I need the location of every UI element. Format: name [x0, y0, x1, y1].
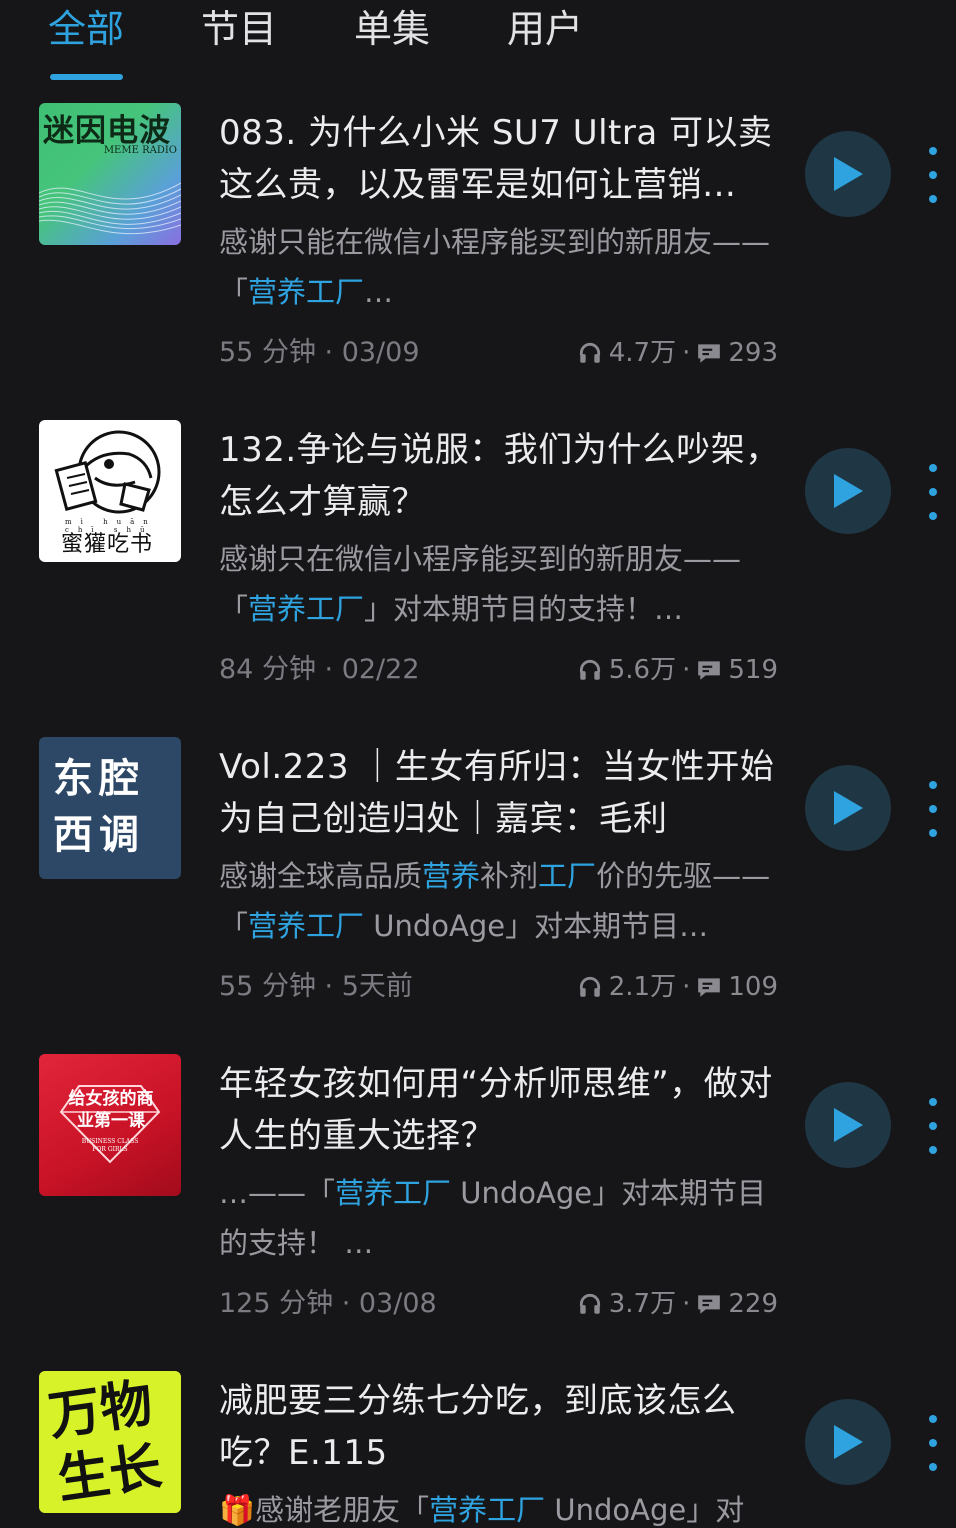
comment-icon [698, 344, 721, 363]
episode-description: 感谢只能在微信小程序能买到的新朋友——「营养工厂… [219, 225, 771, 309]
play-button[interactable] [805, 765, 891, 851]
episode-stats: 4.7万 · 293 [577, 335, 778, 371]
podcast-cover: mì huān chī shū 蜜獾吃书 [39, 420, 181, 562]
episode-item[interactable]: 给女孩的商业第一课 BUSINESS CLASS FOR GIRLS 年轻女孩如… [0, 1054, 956, 1371]
cover-subtitle: BUSINESS CLASS FOR GIRLS [81, 1138, 139, 1153]
headphones-icon [579, 976, 600, 997]
play-button[interactable] [805, 131, 891, 217]
episode-duration-date: 84 分钟 · 02/22 [219, 654, 420, 685]
podcast-cover: 东腔西调 [39, 737, 181, 879]
play-button[interactable] [805, 1082, 891, 1168]
comment-count: 229 [728, 1289, 778, 1319]
podcast-cover: 给女孩的商业第一课 BUSINESS CLASS FOR GIRLS [39, 1054, 181, 1196]
comment-count: 293 [728, 338, 778, 368]
more-options-button[interactable] [919, 1415, 947, 1471]
more-options-button[interactable] [919, 147, 947, 203]
comment-icon [698, 1295, 721, 1314]
episode-description: 🎁感谢老朋友「营养工厂 UndoAge」对 [219, 1493, 745, 1527]
play-icon [834, 1425, 863, 1459]
more-options-button[interactable] [919, 781, 947, 837]
episode-item[interactable]: 万物生长 减肥要三分练七分吃，到底该怎么吃？E.115 🎁感谢老朋友「营养工厂 … [0, 1371, 956, 1528]
play-count: 4.7万 [608, 338, 677, 368]
episode-duration-date: 55 分钟 · 5天前 [219, 971, 413, 1002]
comment-icon [698, 661, 721, 680]
podcast-cover: 迷因电波 MEME RADIO [39, 103, 181, 245]
episode-title[interactable]: 年轻女孩如何用“分析师思维”，做对人生的重大选择？ [219, 1058, 784, 1162]
episode-title[interactable]: 减肥要三分练七分吃，到底该怎么吃？E.115 [219, 1375, 784, 1479]
more-options-button[interactable] [919, 1098, 947, 1154]
tab-all[interactable]: 全部 [48, 6, 124, 52]
episode-stats: 3.7万 · 229 [577, 1286, 778, 1322]
play-icon [834, 474, 863, 508]
episode-duration-date: 125 分钟 · 03/08 [219, 1288, 437, 1319]
episode-title[interactable]: Vol.223 ｜生女有所归：当女性开始为自己创造归处｜嘉宾：毛利 [219, 741, 784, 845]
comment-icon [698, 978, 721, 997]
cover-title: 万物生长 [44, 1372, 166, 1511]
episode-description: …——「营养工厂 UndoAge」对本期节目的支持！ … [219, 1176, 767, 1260]
tab-bar: 全部 节目 单集 用户 [0, 0, 956, 90]
headphones-icon [579, 1293, 600, 1314]
play-icon [834, 791, 863, 825]
play-icon [834, 1108, 863, 1142]
episode-item[interactable]: 迷因电波 MEME RADIO 083. 为什么小米 SU7 Ultra 可以卖… [0, 103, 956, 420]
episode-title[interactable]: 132.争论与说服：我们为什么吵架，怎么才算赢？ [219, 424, 784, 528]
episode-stats: 5.6万 · 519 [577, 652, 778, 688]
play-icon [834, 157, 863, 191]
cover-title: 迷因电波 [43, 113, 171, 149]
tab-users[interactable]: 用户 [507, 6, 583, 52]
headphones-icon [579, 659, 600, 680]
cover-title: 东腔西调 [53, 755, 145, 858]
episode-stats: 2.1万 · 109 [577, 969, 778, 1005]
play-button[interactable] [805, 448, 891, 534]
tab-episodes[interactable]: 单集 [354, 6, 430, 52]
comment-count: 109 [728, 972, 778, 1002]
more-options-button[interactable] [919, 464, 947, 520]
cover-title: 蜜獾吃书 [61, 532, 154, 557]
headphones-icon [579, 342, 600, 363]
play-count: 2.1万 [608, 972, 677, 1002]
comment-count: 519 [728, 655, 778, 685]
play-count: 3.7万 [608, 1289, 677, 1319]
episode-item[interactable]: mì huān chī shū 蜜獾吃书 132.争论与说服：我们为什么吵架，怎… [0, 420, 956, 737]
episode-description: 感谢只在微信小程序能买到的新朋友——「营养工厂」对本期节目的支持！… [219, 542, 742, 626]
tab-shows[interactable]: 节目 [201, 6, 277, 52]
cover-title: 给女孩的商业第一课 [68, 1089, 154, 1131]
active-tab-indicator [50, 74, 123, 80]
episode-title[interactable]: 083. 为什么小米 SU7 Ultra 可以卖这么贵，以及雷军是如何让营销… [219, 107, 784, 211]
episode-duration-date: 55 分钟 · 03/09 [219, 337, 420, 368]
play-count: 5.6万 [608, 655, 677, 685]
episode-description: 感谢全球高品质营养补剂工厂价的先驱——「营养工厂 UndoAge」对本期节目… [219, 859, 771, 943]
podcast-cover: 万物生长 [39, 1371, 181, 1513]
episode-item[interactable]: 东腔西调 Vol.223 ｜生女有所归：当女性开始为自己创造归处｜嘉宾：毛利 感… [0, 737, 956, 1054]
play-button[interactable] [805, 1399, 891, 1485]
cover-subtitle: MEME RADIO [103, 145, 177, 156]
